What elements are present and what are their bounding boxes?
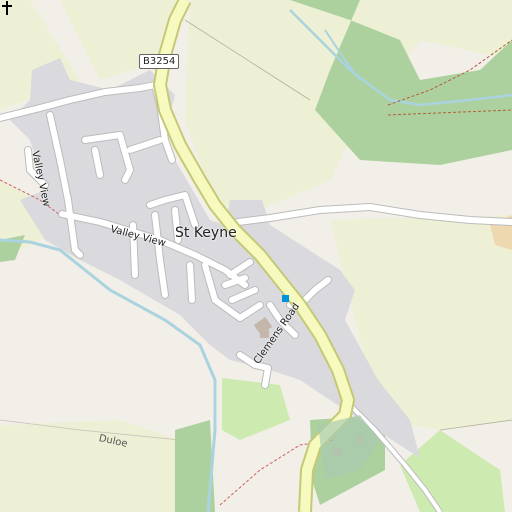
grass-area	[222, 378, 290, 440]
church-icon	[2, 1, 12, 15]
bus-stop-icon	[282, 295, 289, 302]
road-shield: B3254	[139, 54, 180, 69]
map-canvas	[0, 0, 512, 512]
map-viewport[interactable]: St Keyne Valley View Valley View Clemens…	[0, 0, 512, 512]
place-label: St Keyne	[175, 225, 237, 241]
